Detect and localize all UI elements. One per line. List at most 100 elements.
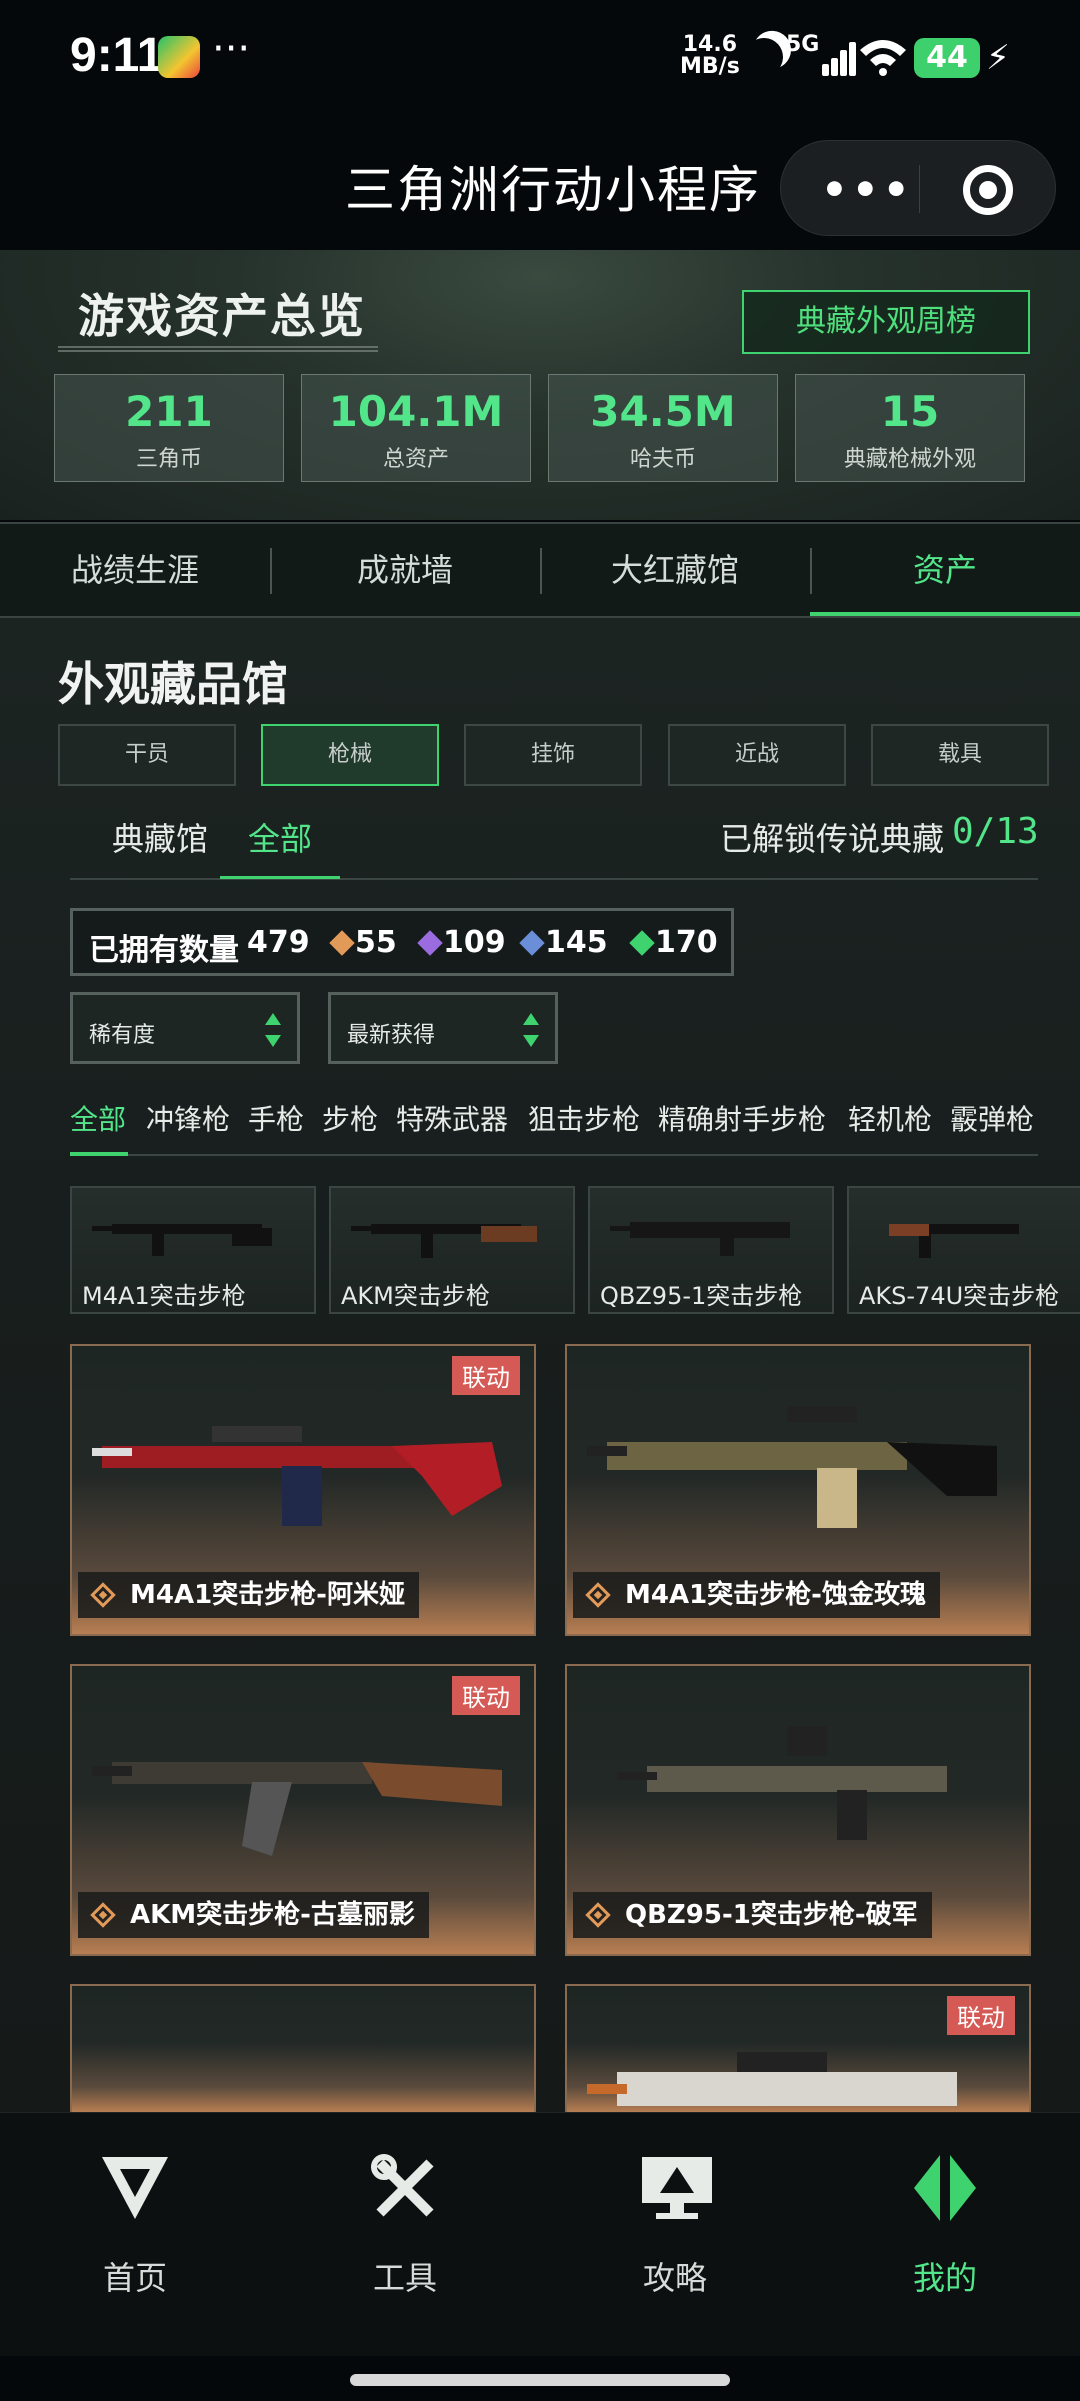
bottom-navigation: 首页 工具 攻略 我的 xyxy=(0,2112,1080,2356)
close-miniprogram-button[interactable] xyxy=(963,165,1013,215)
stat-delta-coin: 211 三角币 xyxy=(54,374,284,482)
category-charms[interactable]: 挂饰 xyxy=(464,724,642,786)
type-smg[interactable]: 冲锋枪 xyxy=(146,1098,230,1138)
skin-name: M4A1突击步枪-蚀金玫瑰 xyxy=(625,1580,926,1610)
green-rarity-icon xyxy=(629,930,655,956)
nav-mine[interactable]: 我的 xyxy=(810,2153,1080,2303)
category-vehicles[interactable]: 载具 xyxy=(871,724,1049,786)
skin-card[interactable]: QBZ95-1突击步枪-破军 xyxy=(565,1664,1031,1956)
category-operators[interactable]: 干员 xyxy=(58,724,236,786)
nav-home[interactable]: 首页 xyxy=(0,2153,270,2303)
tab-red-collection[interactable]: 大红藏馆 xyxy=(540,524,810,616)
skin-name: M4A1突击步枪-阿米娅 xyxy=(130,1580,405,1610)
skin-card[interactable]: M4A1突击步枪-蚀金玫瑰 xyxy=(565,1344,1031,1636)
skin-card[interactable] xyxy=(70,1984,536,2112)
weapon-image xyxy=(587,1406,997,1528)
home-indicator[interactable] xyxy=(350,2374,730,2386)
legend-rarity-icon xyxy=(585,1902,611,1928)
wifi-icon xyxy=(860,40,906,76)
stat-haf-coin: 34.5M 哈夫币 xyxy=(548,374,778,482)
stat-label: 总资产 xyxy=(382,447,449,472)
skin-name-label: AKM突击步枪-古墓丽影 xyxy=(78,1892,429,1938)
status-time: 9:11 xyxy=(70,29,164,82)
tab-achievements[interactable]: 成就墙 xyxy=(270,524,540,616)
type-sniper[interactable]: 狙击步枪 xyxy=(528,1098,640,1138)
category-melee[interactable]: 近战 xyxy=(668,724,846,786)
type-marksman[interactable]: 精确射手步枪 xyxy=(658,1098,826,1138)
home-logo-icon xyxy=(102,2157,168,2219)
rarity-purple-count: 109 xyxy=(417,925,506,960)
weapon-thumb-qbz95[interactable]: QBZ95-1突击步枪 xyxy=(588,1186,834,1314)
count-value: 55 xyxy=(355,925,397,960)
rarity-orange-count: 55 xyxy=(329,925,397,960)
skin-name-label: M4A1突击步枪-蚀金玫瑰 xyxy=(573,1572,940,1618)
collab-badge: 联动 xyxy=(947,1996,1015,2035)
purple-rarity-icon xyxy=(417,930,443,956)
weapon-image xyxy=(617,1726,947,1840)
skin-card[interactable]: 联动 xyxy=(565,1984,1031,2112)
network-speed: 14.6 MB/s xyxy=(680,34,740,78)
miniprogram-capsule: ••• xyxy=(780,140,1056,236)
type-lmg[interactable]: 轻机枪 xyxy=(848,1098,932,1138)
type-shotgun[interactable]: 霰弹枪 xyxy=(950,1098,1034,1138)
filter-indicator xyxy=(70,1152,128,1156)
tab-assets[interactable]: 资产 xyxy=(810,524,1080,616)
owned-count-bar: 已拥有数量 479 55 109 145 170 xyxy=(70,908,734,976)
tab-career[interactable]: 战绩生涯 xyxy=(0,524,270,616)
weapon-thumb-aks74u[interactable]: AKS-74U突击步枪 xyxy=(847,1186,1080,1314)
filter-divider xyxy=(70,1154,1038,1156)
legend-unlock-label: 已解锁传说典藏 xyxy=(720,820,945,858)
owned-total: 479 xyxy=(247,925,310,960)
skin-card[interactable]: 联动 AKM突击步枪-古墓丽影 xyxy=(70,1664,536,1956)
app-notification-icon xyxy=(158,36,200,78)
stat-total-assets: 104.1M 总资产 xyxy=(301,374,531,482)
asset-overview-title: 游戏资产总览 xyxy=(78,289,366,343)
gallery-title: 外观藏品馆 xyxy=(58,657,288,711)
more-menu-button[interactable]: ••• xyxy=(821,165,914,214)
speed-unit: MB/s xyxy=(680,54,740,79)
do-not-disturb-icon xyxy=(740,33,789,82)
select-value: 稀有度 xyxy=(89,1023,156,1048)
subtab-indicator xyxy=(220,876,340,879)
weapon-thumb-m4a1[interactable]: M4A1突击步枪 xyxy=(70,1186,316,1314)
rarity-sort-select[interactable]: 稀有度 xyxy=(70,992,300,1064)
nav-guides[interactable]: 攻略 xyxy=(540,2153,810,2303)
page-title: 三角洲行动小程序 xyxy=(345,161,761,219)
type-rifle[interactable]: 步枪 xyxy=(322,1098,378,1138)
signal-icon xyxy=(802,40,856,76)
subtab-all[interactable]: 全部 xyxy=(248,814,312,860)
count-value: 170 xyxy=(655,925,718,960)
legend-rarity-icon xyxy=(90,1902,116,1928)
tools-icon xyxy=(371,2154,434,2217)
recent-sort-select[interactable]: 最新获得 xyxy=(328,992,558,1064)
weapon-image xyxy=(92,1762,502,1856)
nav-label: 攻略 xyxy=(642,2259,707,2297)
sort-arrows-icon xyxy=(263,1011,283,1051)
sort-arrows-icon xyxy=(521,1011,541,1051)
title-underline xyxy=(58,346,378,352)
stat-label: 典藏枪械外观 xyxy=(843,447,976,472)
subtab-collection-hall[interactable]: 典藏馆 xyxy=(112,814,208,860)
rarity-blue-count: 145 xyxy=(519,925,608,960)
type-pistol[interactable]: 手枪 xyxy=(248,1098,304,1138)
more-notifications-icon: ··· xyxy=(212,26,251,72)
type-all[interactable]: 全部 xyxy=(70,1098,126,1138)
orange-rarity-icon xyxy=(329,930,355,956)
thumb-label: AKM突击步枪 xyxy=(341,1282,490,1310)
owned-label: 已拥有数量 xyxy=(89,933,239,968)
mine-logo-icon xyxy=(914,2155,976,2221)
battery-icon: 44 xyxy=(914,38,980,78)
rifle-icon xyxy=(92,1224,272,1256)
category-guns[interactable]: 枪械 xyxy=(261,724,439,786)
stat-collection-skins: 15 典藏枪械外观 xyxy=(795,374,1025,482)
skin-card[interactable]: 联动 M4A1突击步枪-阿米娅 xyxy=(70,1344,536,1636)
type-special[interactable]: 特殊武器 xyxy=(396,1098,508,1138)
skin-name-label: M4A1突击步枪-阿米娅 xyxy=(78,1572,419,1618)
nav-tools[interactable]: 工具 xyxy=(270,2153,540,2303)
blue-rarity-icon xyxy=(519,930,545,956)
weekly-collection-rank-button[interactable]: 典藏外观周榜 xyxy=(742,290,1030,354)
count-value: 109 xyxy=(443,925,506,960)
stat-value: 211 xyxy=(125,387,213,436)
asset-overview-panel: 游戏资产总览 典藏外观周榜 211 三角币 104.1M 总资产 34.5M 哈… xyxy=(0,250,1080,520)
weapon-thumb-akm[interactable]: AKM突击步枪 xyxy=(329,1186,575,1314)
